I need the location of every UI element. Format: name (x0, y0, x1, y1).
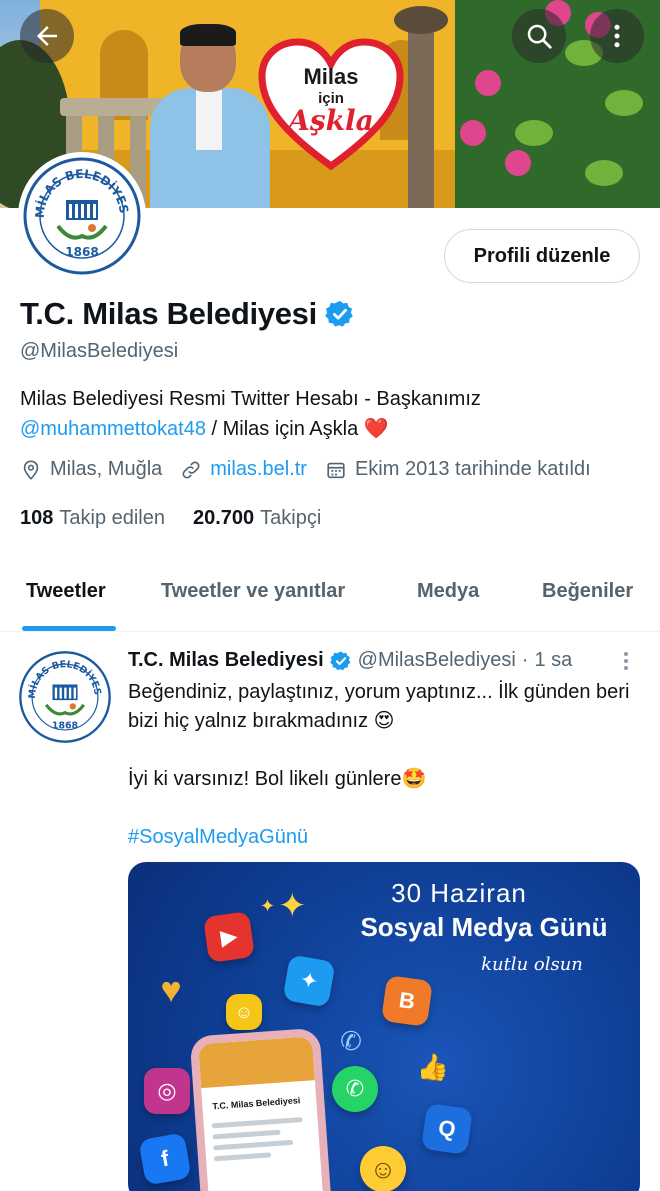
arrow-left-icon (37, 26, 57, 46)
tweet-hashtag-link[interactable]: #SosyalMedyaGünü (128, 823, 638, 852)
bio-text: Milas Belediyesi Resmi Twitter Hesabı - … (20, 388, 481, 410)
location-pin-icon (23, 459, 39, 480)
banner-tower (408, 20, 434, 208)
profile-page: Milas için Aşkla MİLAS BELEDİYESİ (0, 0, 660, 1191)
profile-handle: @MilasBelediyesi (20, 340, 179, 362)
heart-hands-icon: ♥ (160, 969, 182, 1010)
followers-count: 20.700 (193, 507, 255, 529)
active-tab-indicator (22, 626, 116, 631)
following-link[interactable]: 108 Takip edilen (20, 507, 165, 530)
phone-call-icon: ✆ (340, 1025, 362, 1056)
more-vertical-icon (614, 24, 620, 48)
display-name: T.C. Milas Belediyesi (20, 296, 317, 331)
snapchat-icon: ☺ (226, 994, 262, 1030)
phone-mockup: T.C. Milas Belediyesi (189, 1027, 333, 1191)
media-date-text: 30 Haziran (391, 878, 527, 908)
tweet-author-name[interactable]: T.C. Milas Belediyesi (128, 649, 324, 672)
website-item[interactable]: milas.bel.tr (180, 458, 307, 481)
red-heart-icon: ❤️ (363, 418, 389, 440)
instagram-icon: ◎ (144, 1068, 190, 1114)
tab-likes[interactable]: Beğeniler (542, 580, 633, 603)
blogger-icon: B (381, 975, 433, 1027)
municipality-logo-icon: MİLAS BELEDİYESİ 1868 (16, 642, 111, 743)
bio-mention-link[interactable]: @muhammettokat48 (20, 418, 206, 440)
tweet-text: Beğendiniz, paylaştınız, yorum yaptınız.… (128, 678, 638, 852)
joined-text: Ekim 2013 tarihinde katıldı (354, 458, 591, 480)
tweet-line: İyi ki varsınız! Bol likelı günlere🤩 (128, 768, 427, 790)
more-options-button[interactable] (590, 9, 644, 63)
tweet-line: Beğendiniz, paylaştınız, yorum yaptınız.… (128, 681, 630, 732)
tweet-header: T.C. Milas Belediyesi @MilasBelediyesi ·… (128, 649, 572, 672)
link-icon (182, 461, 200, 478)
profile-avatar[interactable]: MİLAS BELEDİYESİ 1868 (18, 144, 146, 280)
following-label: Takip edilen (59, 507, 165, 529)
thumbs-up-icon: 👍 (416, 1051, 450, 1082)
youtube-icon: ▶ (203, 911, 255, 963)
search-button[interactable] (512, 9, 566, 63)
banner-nest (394, 6, 448, 34)
display-name-row: T.C. Milas Belediyesi (20, 296, 355, 332)
calendar-icon (327, 462, 345, 478)
edit-profile-button[interactable]: Profili düzenle (444, 229, 640, 283)
banner-heart-logo: Milas için Aşkla (258, 38, 404, 171)
facebook-icon: f (138, 1132, 192, 1186)
logo-year: 1868 (65, 245, 98, 259)
tweet-separator: · (521, 649, 529, 671)
tweet-time[interactable]: 1 sa (534, 649, 572, 672)
tab-media[interactable]: Medya (417, 580, 479, 603)
followers-link[interactable]: 20.700 Takipçi (193, 507, 321, 530)
banner-person (150, 24, 270, 208)
sparkle-icon: ✦ (278, 887, 307, 925)
back-button[interactable] (20, 9, 74, 63)
heart-text-askla: Aşkla (288, 104, 374, 137)
media-subtitle-text: kutlu olsun (481, 954, 583, 975)
following-count: 108 (20, 507, 54, 529)
profile-meta: Milas, Muğla milas.bel.tr Ekim 2013 tari… (20, 458, 609, 481)
heart-text-milas: Milas (303, 64, 359, 89)
verified-badge-icon (329, 650, 350, 670)
location-item: Milas, Muğla (20, 458, 162, 481)
profile-bio: Milas Belediyesi Resmi Twitter Hesabı - … (20, 384, 640, 444)
tweet-author-avatar[interactable]: MİLAS BELEDİYESİ 1868 (16, 642, 112, 744)
verified-badge-icon (325, 300, 353, 327)
whatsapp-icon: ✆ (332, 1066, 378, 1112)
followers-label: Takipçi (260, 507, 322, 529)
profile-tabs: Tweetler Tweetler ve yanıtlar Medya Beğe… (0, 560, 660, 632)
tweet-more-icon[interactable] (614, 648, 638, 674)
municipality-logo-icon: MİLAS BELEDİYESİ 1868 (20, 144, 141, 275)
twitter-icon: ✦ (282, 954, 336, 1008)
search-icon (527, 24, 552, 49)
bio-suffix: / Milas için Aşkla (205, 418, 364, 440)
thinking-emoji-icon: ☺ (360, 1146, 406, 1191)
website-link[interactable]: milas.bel.tr (210, 458, 307, 481)
quora-icon: Q (421, 1103, 473, 1155)
location-text: Milas, Muğla (50, 458, 163, 480)
tweet-author-handle[interactable]: @MilasBelediyesi (358, 649, 516, 672)
tab-tweets[interactable]: Tweetler (26, 580, 106, 603)
follow-stats: 108 Takip edilen 20.700 Takipçi (20, 507, 349, 530)
joined-item: Ekim 2013 tarihinde katıldı (325, 458, 591, 481)
tweet-media-image[interactable]: 30 Haziran Sosyal Medya Günü kutlu olsun… (128, 862, 640, 1191)
logo-year: 1868 (52, 720, 78, 731)
sparkle-icon: ✦ (260, 896, 276, 916)
tab-tweets-and-replies[interactable]: Tweetler ve yanıtlar (161, 580, 345, 603)
